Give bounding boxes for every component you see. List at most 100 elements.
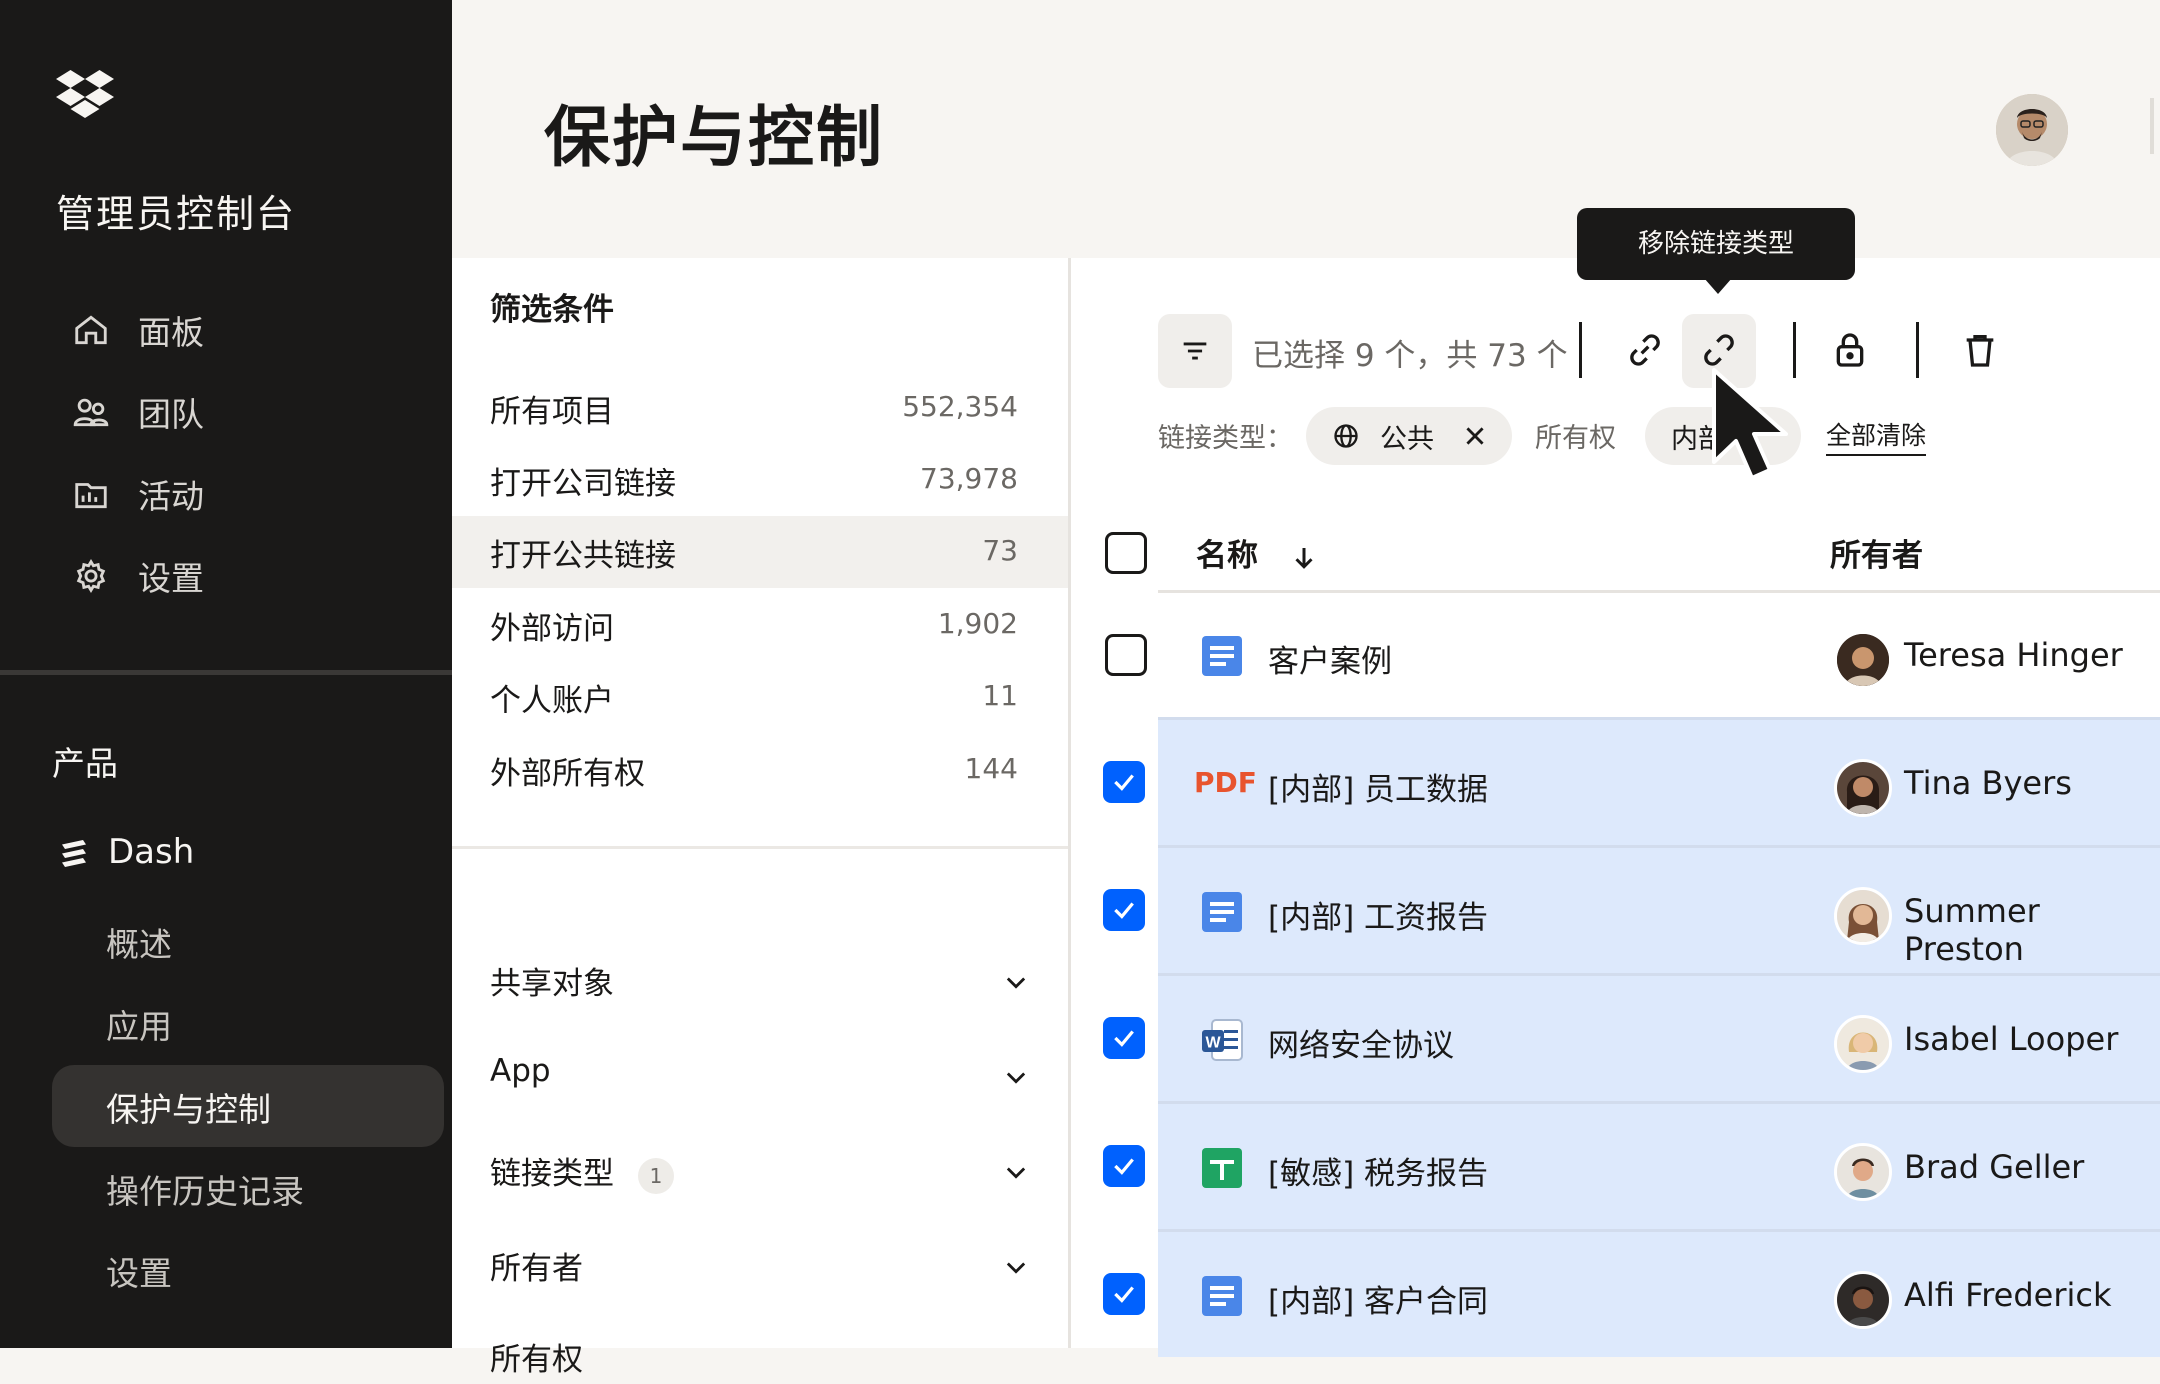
filter-row-public-links[interactable]: 打开公共链接 73 (452, 516, 1068, 588)
lock-icon (1836, 333, 1864, 367)
sub-item-apps[interactable]: 应用 (106, 1000, 172, 1048)
filter-row-external-ownership[interactable]: 外部所有权 144 (452, 734, 1068, 806)
sub-item-overview[interactable]: 概述 (106, 918, 172, 966)
filter-label: 外部访问 (490, 611, 614, 647)
file-name[interactable]: [敏感] 税务报告 (1268, 1148, 1488, 1193)
row-checkbox-checked[interactable] (1103, 1273, 1145, 1315)
nav-label: 团队 (138, 395, 204, 434)
dash-icon (62, 840, 86, 867)
sort-descending-icon[interactable] (1289, 543, 1319, 573)
file-name[interactable]: [内部] 客户合同 (1268, 1276, 1488, 1321)
owner-name: Tina Byers (1904, 764, 2072, 802)
word-file-icon: W (1202, 1019, 1243, 1061)
nav-item-settings[interactable]: 设置 (72, 546, 204, 606)
filter-count: 73,978 (920, 462, 1018, 495)
file-name[interactable]: [内部] 员工数据 (1268, 764, 1488, 809)
dash-label: Dash (108, 832, 195, 872)
table-row[interactable]: [敏感] 税务报告 Brad Geller (1158, 1104, 2160, 1229)
lock-button[interactable] (1822, 322, 1878, 378)
accordion-link-type[interactable]: 链接类型 1 (490, 1148, 1030, 1198)
row-checkbox-checked[interactable] (1103, 1017, 1145, 1059)
checkmark-icon (1114, 1030, 1134, 1047)
avatar (1834, 631, 1892, 689)
filter-count: 144 (964, 752, 1018, 785)
user-avatar[interactable] (1996, 94, 2068, 166)
chevron-down-icon (1006, 1167, 1026, 1179)
accordion-label-text: 链接类型 (490, 1156, 614, 1192)
gear-icon (76, 558, 106, 594)
table-row[interactable]: [内部] 工资报告 Summer Preston (1158, 848, 2160, 973)
filter-toggle-button[interactable] (1158, 314, 1232, 388)
sidebar: 管理员控制台 面板 团队 活动 设置 产品 Dash 概述 应用 保护与控制 操… (0, 0, 452, 1348)
row-checkbox-checked[interactable] (1103, 889, 1145, 931)
sub-item-settings[interactable]: 设置 (106, 1247, 172, 1295)
row-checkbox-checked[interactable] (1103, 761, 1145, 803)
file-name[interactable]: 客户案例 (1268, 636, 1392, 681)
user-avatar-image (1996, 94, 2068, 166)
filter-count: 73 (982, 534, 1018, 567)
table-row[interactable]: 客户案例 Teresa Hinger (1158, 592, 2160, 717)
filter-count: 11 (982, 679, 1018, 712)
doc-file-icon (1202, 1276, 1242, 1316)
dropbox-logo-icon[interactable] (56, 70, 114, 122)
column-header-owner[interactable]: 所有者 (1830, 530, 1923, 575)
accordion-label: 所有权 (490, 1342, 583, 1378)
delete-button[interactable] (1952, 322, 2008, 378)
filter-label: 所有项目 (490, 394, 614, 430)
accordion-app[interactable]: App (490, 1053, 1030, 1103)
filter-row-company-links[interactable]: 打开公司链接 73,978 (452, 444, 1068, 516)
file-name[interactable]: [内部] 工资报告 (1268, 892, 1488, 937)
filter-panel: 筛选条件 所有项目 552,354 打开公司链接 73,978 打开公共链接 7… (452, 258, 1071, 1378)
avatar (1834, 887, 1892, 945)
filter-label: 外部所有权 (490, 756, 645, 792)
avatar (1834, 759, 1892, 817)
table-row[interactable]: W 网络安全协议 Isabel Looper (1158, 976, 2160, 1101)
accordion-owner[interactable]: 所有者 (490, 1243, 1030, 1293)
link-type-label: 链接类型： (1158, 423, 1293, 454)
column-header-label: 名称 (1196, 538, 1258, 574)
scrollbar-hint[interactable] (2150, 98, 2154, 154)
toolbar-divider (1916, 322, 1919, 378)
people-icon (73, 398, 109, 427)
ownership-label: 所有权 (1535, 423, 1616, 454)
accordion-shared-with[interactable]: 共享对象 (490, 958, 1030, 1008)
page-title: 保护与控制 (544, 99, 884, 176)
select-all-checkbox[interactable] (1105, 532, 1147, 574)
trash-icon (1966, 335, 1994, 367)
clear-all-link[interactable]: 全部清除 (1826, 416, 1927, 456)
sheet-file-icon (1202, 1148, 1242, 1188)
accordion-label: 链接类型 1 (490, 1148, 674, 1194)
filter-row-personal-accounts[interactable]: 个人账户 11 (452, 661, 1068, 733)
dash-product-item[interactable]: Dash (56, 832, 194, 872)
file-name[interactable]: 网络安全协议 (1268, 1020, 1454, 1065)
filter-label: 打开公司链接 (490, 466, 676, 502)
row-checkbox-checked[interactable] (1103, 1145, 1145, 1187)
tooltip-arrow (1704, 278, 1732, 294)
table-row[interactable]: [内部] 客户合同 Alfi Frederick (1158, 1232, 2160, 1357)
nav-item-dashboard[interactable]: 面板 (72, 300, 204, 360)
filter-panel-title: 筛选条件 (490, 292, 614, 328)
nav-label: 设置 (138, 559, 204, 598)
filter-row-all-items[interactable]: 所有项目 552,354 (452, 372, 1068, 444)
nav-item-activity[interactable]: 活动 (72, 464, 204, 524)
filter-label: 个人账户 (490, 683, 614, 719)
filter-divider (452, 846, 1068, 849)
avatar (1834, 1143, 1892, 1201)
column-header-name[interactable]: 名称 (1196, 530, 1319, 575)
chip-public[interactable]: 公共 (1306, 407, 1512, 465)
section-label: 产品 (52, 744, 118, 783)
tooltip: 移除链接类型 (1577, 208, 1855, 280)
table-row[interactable]: PDF [内部] 员工数据 Tina Byers (1158, 720, 2160, 845)
sub-item-protection-control[interactable]: 保护与控制 (106, 1083, 271, 1131)
accordion-ownership[interactable]: 所有权 (490, 1334, 1030, 1384)
row-checkbox[interactable] (1105, 634, 1147, 676)
nav-item-team[interactable]: 团队 (72, 382, 204, 442)
chevron-down-icon (1006, 1262, 1026, 1274)
home-icon (75, 315, 107, 345)
filter-label: 打开公共链接 (490, 538, 676, 574)
filter-row-external-access[interactable]: 外部访问 1,902 (452, 589, 1068, 661)
copy-link-button[interactable] (1617, 322, 1673, 378)
close-icon[interactable] (1462, 423, 1488, 449)
sub-item-action-history[interactable]: 操作历史记录 (106, 1165, 304, 1213)
nav-label: 面板 (138, 313, 204, 352)
